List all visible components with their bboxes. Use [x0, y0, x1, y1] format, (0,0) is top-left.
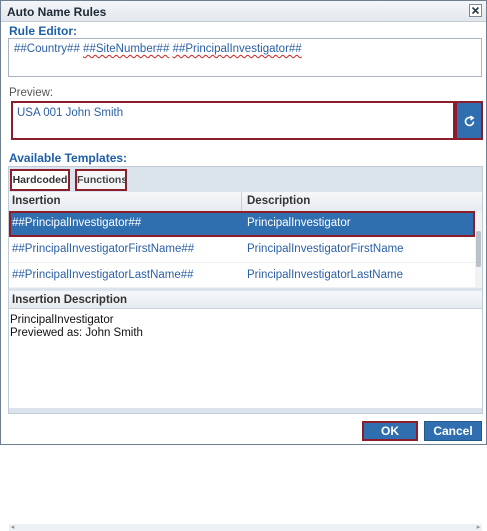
insertion-cell: ##PrincipalInvestigatorFirstName## [12, 243, 195, 255]
refresh-icon [464, 115, 475, 127]
column-header-description[interactable]: Description [247, 195, 310, 207]
table-row[interactable]: ##PrincipalInvestigatorFirstName## Princ… [9, 237, 475, 263]
scroll-left-icon[interactable]: ◂ [9, 524, 16, 531]
description-cell: PrincipalInvestigatorLastName [247, 269, 403, 281]
close-icon [471, 6, 480, 15]
refresh-preview-button[interactable] [455, 101, 483, 140]
description-horizontal-scrollbar[interactable]: ◂ ▸ [9, 524, 482, 531]
insertion-cell: ##PrincipalInvestigatorLastName## [12, 269, 194, 281]
scrollbar-thumb[interactable] [476, 231, 481, 267]
available-templates-label: Available Templates: [9, 151, 128, 165]
rule-editor-label: Rule Editor: [9, 24, 77, 38]
scroll-right-icon[interactable]: ▸ [475, 524, 482, 531]
description-cell: PrincipalInvestigator [247, 217, 351, 229]
preview-field: USA 001 John Smith [11, 101, 455, 140]
column-divider [241, 192, 242, 211]
cancel-button[interactable]: Cancel [424, 421, 482, 441]
rule-token-site-number: ##SiteNumber## [83, 43, 170, 55]
rule-editor-input[interactable]: ##Country## ##SiteNumber## ##PrincipalIn… [8, 38, 482, 77]
column-header-insertion[interactable]: Insertion [12, 195, 61, 207]
ok-button[interactable]: OK [362, 421, 418, 441]
rule-token-principal-investigator: ##PrincipalInvestigator## [172, 43, 302, 55]
grid-vertical-scrollbar[interactable] [475, 211, 482, 288]
auto-name-rules-dialog: Auto Name Rules Rule Editor: ##Country##… [0, 0, 487, 531]
templates-panel: Hardcoded Functions Insertion Descriptio… [8, 166, 483, 531]
rule-token-country: ##Country## [14, 43, 84, 55]
grid-header: Insertion Description [9, 192, 482, 212]
preview-label: Preview: [9, 87, 54, 99]
description-cell: PrincipalInvestigatorFirstName [247, 243, 404, 255]
dialog-titlebar: Auto Name Rules [1, 1, 486, 22]
insertion-description-line: PrincipalInvestigator [10, 314, 114, 326]
preview-value: USA 001 John Smith [17, 107, 124, 119]
dialog-title: Auto Name Rules [7, 5, 107, 19]
insertion-description-heading: Insertion Description [9, 291, 482, 309]
insertion-description-panel: Insertion Description PrincipalInvestiga… [9, 291, 482, 531]
insertion-description-line: Previewed as: John Smith [10, 327, 143, 339]
tab-hardcoded[interactable]: Hardcoded [10, 169, 70, 191]
tab-functions[interactable]: Functions [75, 169, 127, 191]
table-row[interactable]: ##PrincipalInvestigatorLastName## Princi… [9, 263, 475, 288]
table-row[interactable]: ##PrincipalInvestigator## PrincipalInves… [9, 211, 475, 237]
insertion-cell: ##PrincipalInvestigator## [12, 217, 142, 229]
close-button[interactable] [469, 4, 482, 17]
templates-grid: Insertion Description ##PrincipalInvesti… [9, 192, 482, 288]
